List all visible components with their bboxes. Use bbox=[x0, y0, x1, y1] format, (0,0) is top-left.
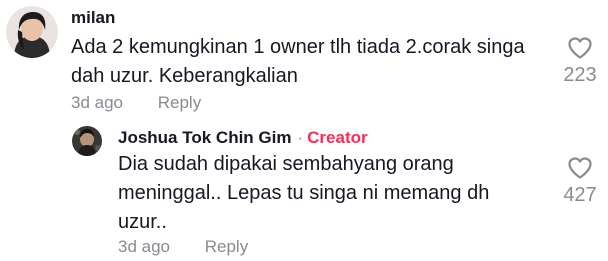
creator-avatar[interactable] bbox=[72, 126, 102, 156]
comment-text: Ada 2 kemungkinan 1 owner tlh tiada 2.co… bbox=[71, 36, 525, 87]
comment-username[interactable]: milan bbox=[71, 8, 115, 28]
heart-outline-icon[interactable] bbox=[567, 156, 593, 180]
reply-like-button[interactable]: 427 bbox=[555, 156, 605, 207]
like-button[interactable]: 223 bbox=[555, 36, 605, 87]
reply-username-row: Joshua Tok Chin Gim · Creator bbox=[118, 128, 368, 148]
reply-button[interactable]: Reply bbox=[205, 237, 248, 257]
reply-timestamp: 3d ago bbox=[118, 237, 170, 256]
reply-button[interactable]: Reply bbox=[158, 93, 201, 113]
comment-timestamp: 3d ago bbox=[71, 93, 123, 112]
reply-username[interactable]: Joshua Tok Chin Gim bbox=[118, 128, 291, 147]
user-avatar-photo-icon bbox=[72, 126, 102, 156]
comment-meta: 3d ago Reply bbox=[71, 93, 201, 113]
like-count: 223 bbox=[563, 64, 597, 86]
reply-text: Dia sudah dipakai sembahyang orang menin… bbox=[118, 153, 490, 233]
heart-outline-icon[interactable] bbox=[567, 36, 593, 60]
separator-dot: · bbox=[297, 128, 304, 147]
like-count: 427 bbox=[563, 184, 597, 206]
reply-meta: 3d ago Reply bbox=[118, 237, 248, 257]
commenter-avatar[interactable] bbox=[6, 6, 58, 58]
creator-badge: Creator bbox=[307, 128, 368, 147]
user-avatar-photo-icon bbox=[6, 6, 58, 58]
